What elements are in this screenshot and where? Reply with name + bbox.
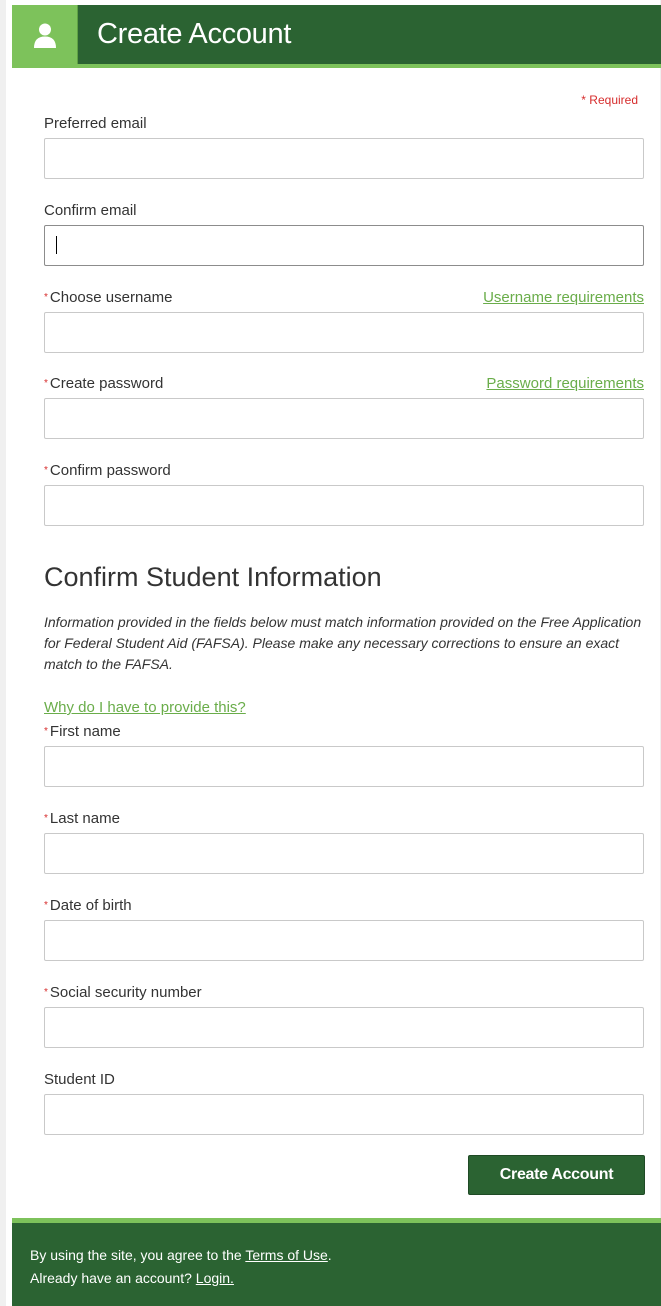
create-password-label: Create password	[49, 375, 164, 392]
page-footer: By using the site, you agree to the Term…	[12, 1218, 661, 1306]
first-name-input[interactable]	[44, 746, 644, 787]
preferred-email-input[interactable]	[44, 138, 644, 179]
terms-prefix: By using the site, you agree to the	[30, 1247, 246, 1263]
create-account-button[interactable]: Create Account	[468, 1155, 645, 1195]
preferred-email-label: Preferred email	[44, 115, 147, 132]
page-header: Create Account	[12, 5, 661, 68]
student-id-label: Student ID	[44, 1071, 115, 1088]
required-star: *	[44, 987, 48, 998]
terms-line: By using the site, you agree to the Term…	[30, 1244, 661, 1267]
terms-suffix: .	[327, 1247, 332, 1263]
date-of-birth-field: * Date of birth	[44, 896, 644, 961]
required-note: * Required	[581, 93, 638, 107]
required-star: *	[44, 465, 48, 476]
date-of-birth-label: Date of birth	[49, 897, 132, 914]
why-provide-link[interactable]: Why do I have to provide this?	[44, 699, 246, 716]
section-description: Information provided in the fields below…	[44, 614, 642, 672]
create-password-field: * Create password Password requirements	[44, 374, 644, 439]
page-title: Create Account	[97, 18, 292, 50]
first-name-field: * First name	[44, 722, 644, 787]
confirm-email-input[interactable]	[44, 225, 644, 266]
required-star: *	[44, 813, 48, 824]
ssn-label: Social security number	[49, 984, 202, 1001]
date-of-birth-input[interactable]	[44, 920, 644, 961]
required-star: *	[44, 900, 48, 911]
login-link[interactable]: Login.	[196, 1270, 234, 1286]
login-line: Already have an account? Login.	[30, 1267, 661, 1290]
choose-username-label: Choose username	[49, 289, 173, 306]
first-name-label: First name	[49, 723, 121, 740]
last-name-field: * Last name	[44, 809, 644, 874]
password-input[interactable]	[44, 398, 644, 439]
confirm-password-field: * Confirm password	[44, 461, 644, 526]
user-icon	[33, 23, 56, 48]
ssn-input[interactable]	[44, 1007, 644, 1048]
username-input[interactable]	[44, 312, 644, 353]
username-requirements-link[interactable]: Username requirements	[483, 288, 644, 308]
last-name-input[interactable]	[44, 833, 644, 874]
header-icon-box	[12, 5, 78, 64]
student-id-input[interactable]	[44, 1094, 644, 1135]
student-id-field: Student ID	[44, 1070, 644, 1135]
preferred-email-field: Preferred email	[44, 114, 644, 179]
required-star: *	[44, 378, 48, 389]
confirm-email-label: Confirm email	[44, 202, 137, 219]
required-star: *	[44, 726, 48, 737]
login-prefix: Already have an account?	[30, 1270, 196, 1286]
ssn-field: * Social security number	[44, 983, 644, 1048]
terms-of-use-link[interactable]: Terms of Use	[245, 1247, 327, 1263]
choose-username-field: * Choose username Username requirements	[44, 288, 644, 353]
required-star: *	[44, 292, 48, 303]
confirm-password-label: Confirm password	[49, 462, 171, 479]
create-account-page: Create Account * Required Preferred emai…	[0, 0, 661, 1306]
confirm-password-input[interactable]	[44, 485, 644, 526]
last-name-label: Last name	[49, 810, 120, 827]
confirm-email-field: Confirm email	[44, 201, 644, 266]
text-caret	[56, 236, 57, 254]
password-requirements-link[interactable]: Password requirements	[486, 374, 644, 394]
section-title: Confirm Student Information	[44, 562, 382, 592]
